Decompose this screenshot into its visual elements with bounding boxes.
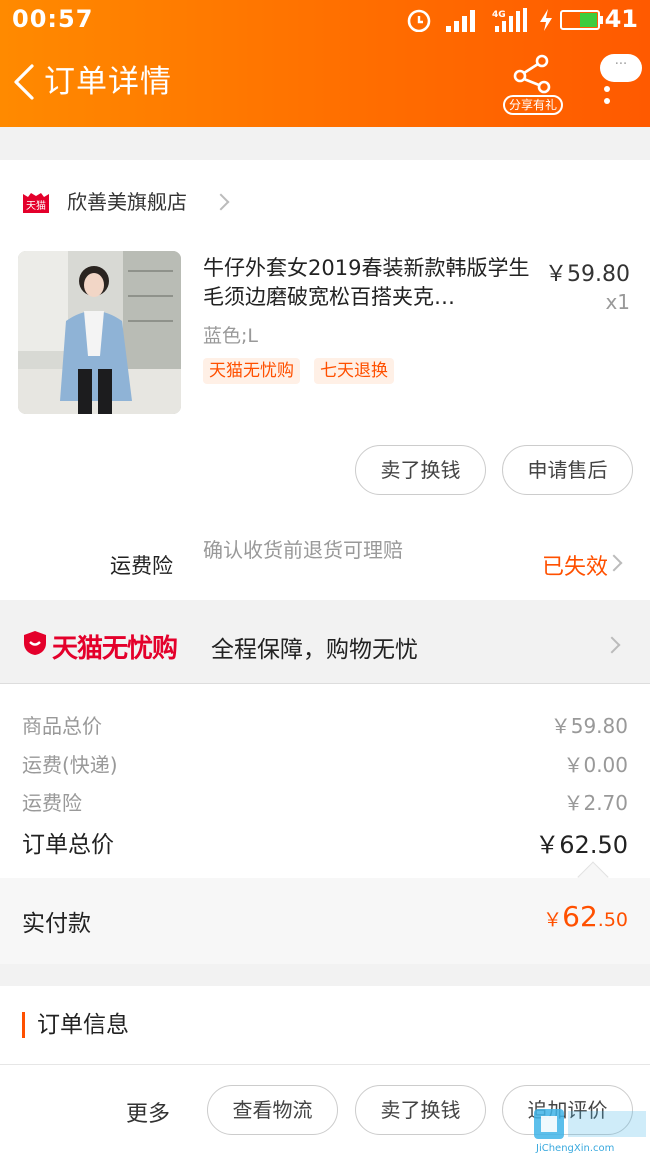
order-total-label: 订单总价 bbox=[22, 832, 114, 858]
shield-icon bbox=[24, 631, 46, 655]
svg-text:4G: 4G bbox=[492, 10, 506, 20]
more-dot bbox=[604, 98, 610, 104]
after-sale-button[interactable]: 申请售后 bbox=[502, 445, 633, 495]
share-icon bbox=[513, 54, 551, 94]
header: 00:57 4G 41 订单详情 分享有礼 ··· bbox=[0, 0, 650, 127]
navbar: 订单详情 分享有礼 ··· bbox=[0, 48, 650, 118]
product-sku: 蓝色;L bbox=[203, 325, 258, 347]
sell-for-cash-button[interactable]: 卖了换钱 bbox=[355, 445, 486, 495]
divider bbox=[0, 683, 650, 684]
share-button[interactable]: 分享有礼 bbox=[500, 54, 566, 116]
charging-icon bbox=[540, 9, 552, 31]
paid-label: 实付款 bbox=[22, 911, 91, 937]
order-info-title: 订单信息 bbox=[22, 1012, 129, 1038]
paid-integer: 62 bbox=[562, 900, 598, 933]
battery-icon bbox=[560, 10, 603, 30]
signal-4g-icon: 4G bbox=[492, 8, 527, 32]
price-value: ￥0.00 bbox=[563, 753, 628, 777]
back-arrow-icon[interactable] bbox=[8, 62, 42, 102]
order-total-row: 订单总价 ￥62.50 bbox=[0, 825, 650, 859]
price-row-goods: 商品总价 ￥59.80 bbox=[0, 710, 650, 742]
more-dot bbox=[604, 86, 610, 92]
wuyou-row[interactable]: 天猫无忧购 全程保障，购物无忧 bbox=[0, 620, 650, 672]
svg-text:JiChengXin.com: JiChengXin.com bbox=[535, 1143, 614, 1154]
more-menu-button[interactable]: ··· bbox=[598, 54, 644, 124]
product-image[interactable] bbox=[18, 251, 181, 414]
message-bubble-icon: ··· bbox=[600, 54, 642, 82]
store-row[interactable]: 天猫 欣善美旗舰店 bbox=[0, 180, 650, 224]
tmall-icon: 天猫 bbox=[23, 193, 49, 213]
view-logistics-button[interactable]: 查看物流 bbox=[207, 1085, 338, 1135]
price-row-insurance: 运费险 ￥2.70 bbox=[0, 787, 650, 819]
tag-wuyou: 天猫无忧购 bbox=[203, 358, 300, 384]
shipping-insurance-desc: 确认收货前退货可理赔 bbox=[203, 538, 403, 562]
paid-value: ￥62.50 bbox=[543, 900, 628, 933]
product-title[interactable]: 牛仔外套女2019春装新款韩版学生毛须边磨破宽松百搭夹克… bbox=[203, 254, 533, 314]
order-total-value: ￥62.50 bbox=[535, 831, 628, 859]
share-label: 分享有礼 bbox=[503, 95, 563, 115]
wuyou-name: 天猫无忧购 bbox=[52, 634, 178, 664]
chevron-right-icon bbox=[603, 636, 621, 654]
price-row-shipping: 运费(快递) ￥0.00 bbox=[0, 749, 650, 781]
price-label: 商品总价 bbox=[22, 714, 102, 738]
price-value: ￥2.70 bbox=[563, 791, 628, 815]
store-name[interactable]: 欣善美旗舰店 bbox=[67, 188, 187, 216]
page-title: 订单详情 bbox=[44, 64, 172, 100]
signal-icon bbox=[446, 10, 475, 32]
more-button[interactable]: 更多 bbox=[126, 1096, 170, 1128]
shipping-insurance-status[interactable]: 已失效 bbox=[542, 549, 608, 581]
price-label: 运费险 bbox=[22, 791, 82, 815]
alarm-icon bbox=[407, 9, 431, 32]
watermark-logo: JiChengXin.com bbox=[534, 1109, 646, 1154]
paid-decimal: .50 bbox=[597, 909, 628, 931]
sell-for-cash-button-bottom[interactable]: 卖了换钱 bbox=[355, 1085, 486, 1135]
paid-currency: ￥ bbox=[543, 909, 563, 931]
tag-seven-day-return: 七天退换 bbox=[314, 358, 394, 384]
price-value: ￥59.80 bbox=[550, 714, 628, 738]
svg-text:天猫: 天猫 bbox=[26, 199, 46, 212]
price-label: 运费(快递) bbox=[22, 753, 118, 777]
product-price: ￥59.80 bbox=[545, 262, 630, 287]
shipping-insurance-label: 运费险 bbox=[110, 554, 173, 578]
paid-amount-row: 实付款 ￥62.50 bbox=[0, 878, 650, 964]
product-quantity: x1 bbox=[605, 290, 630, 314]
status-bar: 00:57 4G 41 bbox=[0, 0, 650, 40]
chevron-right-icon bbox=[212, 193, 230, 211]
battery-percent: 41 bbox=[604, 5, 638, 33]
wuyou-desc: 全程保障，购物无忧 bbox=[211, 637, 418, 663]
status-time: 00:57 bbox=[12, 5, 94, 33]
